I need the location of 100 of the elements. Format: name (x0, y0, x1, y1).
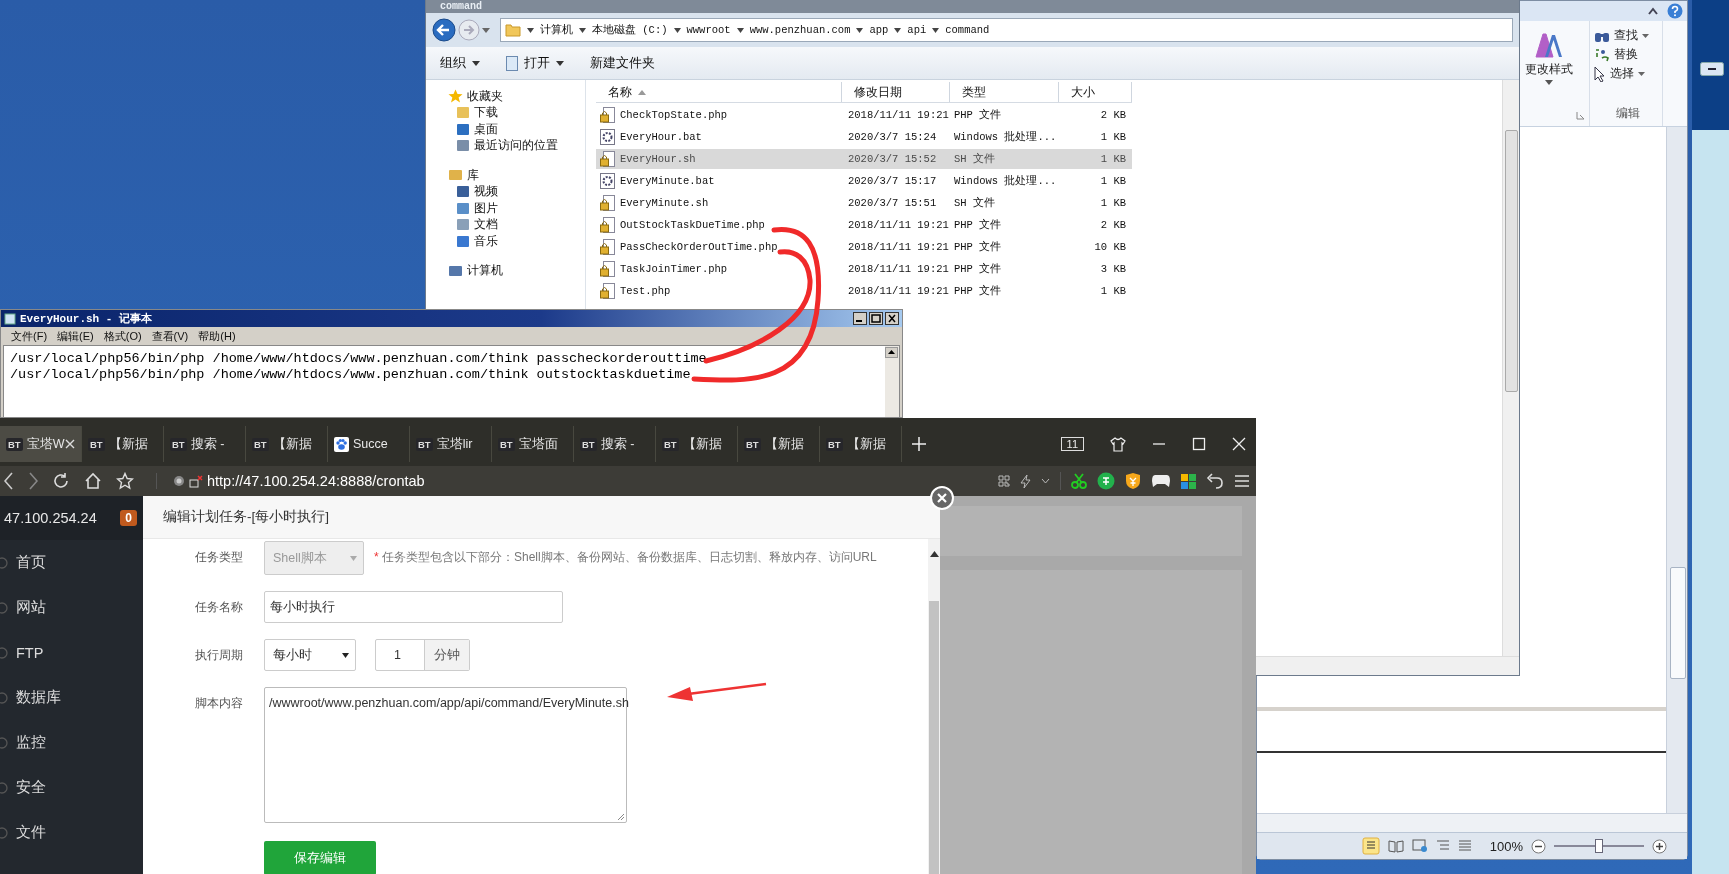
breadcrumb-item[interactable]: www.penzhuan.com (749, 24, 851, 36)
maximize-icon[interactable] (869, 312, 883, 325)
sidebar-item[interactable]: 数据库 (0, 675, 143, 720)
breadcrumb-item[interactable]: 计算机 (540, 23, 573, 37)
breadcrumb-item[interactable]: app (869, 24, 889, 36)
browser-tab[interactable]: BT 搜索 - (164, 426, 246, 462)
zoom-percent[interactable]: 100% (1489, 838, 1523, 854)
browser-tab[interactable]: BT 宝塔lir (410, 426, 492, 462)
browser-tab[interactable]: BT 【新据 (656, 426, 738, 462)
file-row[interactable]: CheckTopState.php 2018/11/11 19:21 PHP 文件 2 KB (596, 105, 1132, 125)
nav-item[interactable]: 库 (426, 167, 585, 184)
undo-icon[interactable] (1206, 473, 1224, 489)
zoom-out-icon[interactable] (1531, 838, 1546, 854)
sidebar-item[interactable]: 安全 (0, 765, 143, 810)
tab-count[interactable]: 11 (1060, 437, 1084, 451)
caret-icon[interactable] (1041, 478, 1050, 484)
gamepad-icon[interactable] (1151, 474, 1171, 488)
home-icon[interactable] (84, 472, 102, 490)
new-tab-icon[interactable] (912, 437, 926, 451)
sidebar-item[interactable]: 首页 (0, 540, 143, 585)
shirt-icon[interactable] (1110, 436, 1126, 452)
breadcrumb-item[interactable]: wwwroot (686, 24, 731, 36)
zoom-slider-thumb[interactable] (1595, 839, 1603, 853)
url-field[interactable]: http://47.100.254.24:8888/crontab (207, 473, 425, 489)
file-row[interactable]: TaskJoinTimer.php 2018/11/11 19:21 PHP 文件 3 KB (596, 259, 1132, 279)
menu-item[interactable]: 格式(O) (103, 328, 142, 344)
task-name-field[interactable]: 每小时执行 (264, 591, 563, 623)
sidebar-item[interactable]: FTP (0, 630, 143, 675)
qr-code-icon[interactable] (998, 475, 1010, 487)
minimize-icon[interactable] (1700, 62, 1724, 76)
period-select[interactable]: 每小时 (264, 639, 356, 671)
breadcrumb-item[interactable]: command (945, 24, 990, 36)
lightning-icon[interactable] (1020, 473, 1031, 489)
file-row[interactable]: Test.php 2018/11/11 19:21 PHP 文件 1 KB (596, 281, 1132, 301)
toolbar-button[interactable]: 组织 (440, 54, 480, 72)
menu-item[interactable]: 编辑(E) (57, 328, 94, 344)
nav-item[interactable]: 下载 (426, 104, 585, 121)
scissors-icon[interactable] (1071, 473, 1087, 489)
caret-icon[interactable] (894, 27, 902, 33)
script-field[interactable]: /wwwroot/www.penzhuan.com/app/api/command/EveryMinute.sh (264, 687, 627, 823)
menu-item[interactable]: 帮助(H) (198, 328, 236, 344)
sidebar-item[interactable]: 监控 (0, 720, 143, 765)
nav-item[interactable]: 视频 (426, 183, 585, 200)
dialog-launcher-icon[interactable] (1576, 111, 1585, 120)
vertical-scrollbar[interactable] (1502, 80, 1519, 656)
print-layout-icon[interactable] (1361, 837, 1380, 855)
nav-item[interactable]: 计算机 (426, 262, 585, 279)
reload-icon[interactable] (52, 472, 70, 490)
caret-icon[interactable] (932, 27, 940, 33)
caret-icon[interactable] (856, 27, 864, 33)
apps-icon[interactable] (1181, 473, 1196, 489)
zoom-in-icon[interactable] (1652, 838, 1667, 854)
find-button[interactable]: 查找 (1594, 27, 1662, 44)
resize-grip-icon[interactable] (617, 813, 625, 821)
caret-icon[interactable] (482, 27, 490, 33)
collapse-ribbon-icon[interactable] (1647, 6, 1659, 16)
browser-tab[interactable]: BT 宝塔面 (492, 426, 574, 462)
caret-icon[interactable] (673, 27, 681, 33)
file-row[interactable]: EveryHour.bat 2020/3/7 15:24 Windows 批处理... 1 KB (596, 127, 1132, 147)
caret-icon[interactable] (527, 27, 534, 33)
vertical-scrollbar[interactable] (1666, 127, 1687, 813)
change-styles-button[interactable]: 更改样式 (1525, 31, 1573, 85)
file-row[interactable]: EveryHour.sh 2020/3/7 15:52 SH 文件 1 KB (596, 149, 1132, 169)
toolbar-button[interactable]: 新建文件夹 (590, 54, 655, 72)
breadcrumb-item[interactable]: api (907, 24, 927, 36)
sidebar-item[interactable]: 文件 (0, 810, 143, 855)
nav-item[interactable]: 桌面 (426, 121, 585, 138)
menu-item[interactable]: 查看(V) (151, 328, 189, 344)
translate-icon[interactable] (1097, 472, 1115, 490)
browser-tab[interactable]: BT 【新据 (820, 426, 902, 462)
browser-tab[interactable]: BT 【新据 (738, 426, 820, 462)
file-row[interactable]: PassCheckOrderOutTime.php 2018/11/11 19:21 PHP 文件 10 KB (596, 237, 1132, 257)
back-icon[interactable] (432, 18, 456, 42)
caret-icon[interactable] (579, 27, 586, 33)
browser-tab[interactable]: BT 搜索 - (574, 426, 656, 462)
nav-item[interactable]: 图片 (426, 200, 585, 217)
sidebar-item[interactable]: 网站 (0, 585, 143, 630)
nav-item[interactable]: 收藏夹 (426, 88, 585, 105)
file-row[interactable]: EveryMinute.bat 2020/3/7 15:17 Windows 批处理... 1 KB (596, 171, 1132, 191)
replace-button[interactable]: 替换 (1594, 46, 1662, 63)
close-icon[interactable] (885, 312, 899, 325)
forward-icon[interactable] (28, 472, 38, 490)
nav-item[interactable]: 音乐 (426, 233, 585, 250)
file-row[interactable]: OutStockTaskDueTime.php 2018/11/11 19:21 PHP 文件 2 KB (596, 215, 1132, 235)
browser-tab[interactable]: BT 宝塔W (0, 426, 82, 462)
vertical-scrollbar[interactable] (885, 346, 899, 417)
column-header[interactable]: 名称 (596, 82, 842, 102)
vertical-scrollbar[interactable] (928, 539, 940, 874)
caret-icon[interactable] (736, 27, 744, 33)
scroll-up-icon[interactable] (929, 551, 939, 557)
address-bar[interactable]: 计算机 本地磁盘 (C:) wwwroot www.penzhuan.com app api command (500, 18, 1513, 42)
minimize-icon[interactable] (853, 312, 867, 325)
browser-tab[interactable]: Succe (328, 426, 410, 462)
file-row[interactable]: EveryMinute.sh 2020/3/7 15:51 SH 文件 1 KB (596, 193, 1132, 213)
column-header[interactable]: 修改日期 (842, 82, 950, 102)
nav-item[interactable]: 文档 (426, 216, 585, 233)
menu-item[interactable]: 文件(F) (11, 328, 48, 344)
column-header[interactable]: 大小 (1059, 82, 1132, 102)
reading-icon[interactable] (1387, 839, 1404, 853)
column-header[interactable]: 类型 (950, 82, 1059, 102)
